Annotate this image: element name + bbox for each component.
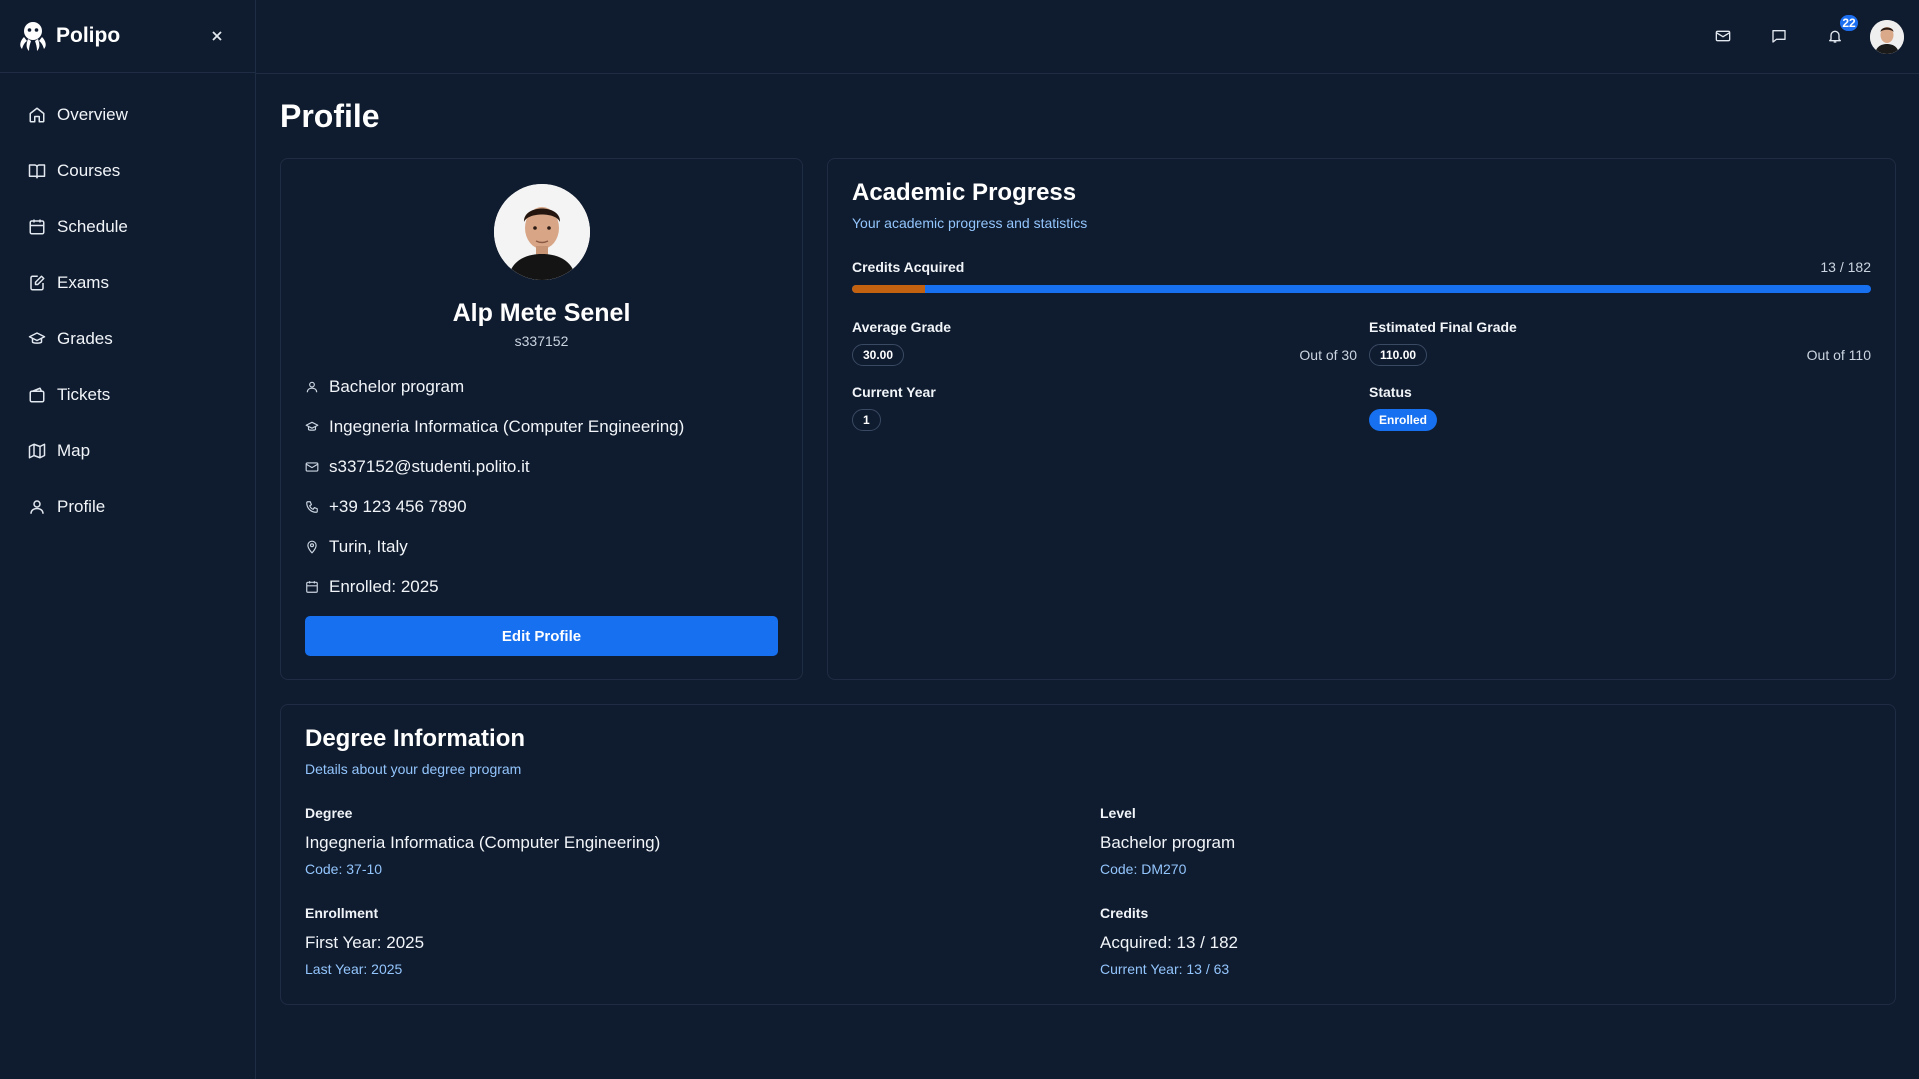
edit-document-icon xyxy=(28,273,48,293)
sidebar-item-label: Map xyxy=(57,441,91,460)
status-label: Status xyxy=(1369,384,1412,400)
sidebar-item-label: Schedule xyxy=(57,217,128,236)
degree-information-title: Degree Information xyxy=(305,725,526,752)
profile-card: Alp Mete Senel s337152 Bachelor program … xyxy=(280,158,803,680)
degree-information-card: Degree Information Details about your de… xyxy=(280,704,1896,1005)
degree-value: Ingegneria Informatica (Computer Enginee… xyxy=(305,833,661,852)
credits-current-year: Current Year: 13 / 63 xyxy=(1100,961,1230,977)
sidebar-item-tickets[interactable]: Tickets xyxy=(0,367,255,423)
academic-progress-card: Academic Progress Your academic progress… xyxy=(827,158,1896,680)
octopus-logo-icon xyxy=(16,19,50,53)
profile-phone: +39 123 456 7890 xyxy=(329,497,467,516)
profile-student-id: s337152 xyxy=(514,333,569,349)
sidebar-item-grades[interactable]: Grades xyxy=(0,311,255,367)
enrollment-first-year: First Year: 2025 xyxy=(305,933,425,952)
enrollment-last-year: Last Year: 2025 xyxy=(305,961,403,977)
degree-information-subtitle: Details about your degree program xyxy=(305,761,522,777)
sidebar-item-overview[interactable]: Overview xyxy=(0,87,255,143)
degree-label: Degree xyxy=(305,805,353,821)
degree-code: Code: 37-10 xyxy=(305,861,383,877)
credits-label: Credits xyxy=(1100,905,1149,921)
profile-enrolled-row: Enrolled: 2025 xyxy=(305,577,439,597)
sidebar-item-label: Grades xyxy=(57,329,113,348)
sidebar-item-label: Tickets xyxy=(57,385,111,404)
profile-location: Turin, Italy xyxy=(329,537,408,556)
profile-program: Bachelor program xyxy=(329,377,465,396)
profile-email: s337152@studenti.polito.it xyxy=(329,457,530,476)
notification-badge: 22 xyxy=(1838,13,1860,33)
page-title: Profile xyxy=(280,98,380,134)
profile-course: Ingegneria Informatica (Computer Enginee… xyxy=(329,417,685,436)
sidebar-item-label: Exams xyxy=(57,273,109,292)
average-grade-label: Average Grade xyxy=(852,319,952,335)
profile-name: Alp Mete Senel xyxy=(452,299,631,327)
book-icon xyxy=(28,161,48,181)
academic-progress-title: Academic Progress xyxy=(852,179,1077,206)
graduation-cap-icon xyxy=(305,419,321,435)
credits-acquired-label: Credits Acquired xyxy=(852,259,965,275)
estimated-final-grade-badge: 110.00 xyxy=(1369,344,1428,366)
user-avatar[interactable] xyxy=(1870,20,1904,54)
brand: Polipo xyxy=(0,0,255,73)
phone-icon xyxy=(305,499,321,515)
credits-acquired-value: 13 / 182 xyxy=(1820,259,1871,275)
mail-icon[interactable] xyxy=(1711,24,1735,48)
topbar xyxy=(256,0,1919,74)
academic-progress-subtitle: Your academic progress and statistics xyxy=(852,215,1088,231)
sidebar-item-label: Courses xyxy=(57,161,121,180)
sidebar-item-label: Overview xyxy=(57,105,128,124)
sidebar-item-schedule[interactable]: Schedule xyxy=(0,199,255,255)
ticket-icon xyxy=(28,385,48,405)
profile-program-row: Bachelor program xyxy=(305,377,464,397)
edit-profile-button[interactable]: Edit Profile xyxy=(305,616,778,656)
current-year-badge: 1 xyxy=(852,409,881,431)
user-icon xyxy=(28,497,48,517)
profile-course-row: Ingegneria Informatica (Computer Enginee… xyxy=(305,417,684,437)
sidebar-item-courses[interactable]: Courses xyxy=(0,143,255,199)
profile-enrolled: Enrolled: 2025 xyxy=(329,577,439,596)
enrollment-label: Enrollment xyxy=(305,905,379,921)
user-icon xyxy=(305,379,321,395)
level-value: Bachelor program xyxy=(1100,833,1236,852)
credits-acquired: Acquired: 13 / 182 xyxy=(1100,933,1238,952)
location-pin-icon xyxy=(305,539,321,555)
profile-phone-row: +39 123 456 7890 xyxy=(305,497,467,517)
profile-email-row: s337152@studenti.polito.it xyxy=(305,457,530,477)
level-label: Level xyxy=(1100,805,1136,821)
map-icon xyxy=(28,441,48,461)
close-sidebar-icon[interactable] xyxy=(205,24,229,48)
current-year-label: Current Year xyxy=(852,384,936,400)
average-grade-out-of: Out of 30 xyxy=(1299,347,1357,363)
credits-progress-bar xyxy=(852,285,1871,293)
sidebar-item-map[interactable]: Map xyxy=(0,423,255,479)
sidebar-nav: Overview Courses Schedule Exams Grades T… xyxy=(0,73,255,535)
sidebar-item-label: Profile xyxy=(57,497,106,516)
mail-icon xyxy=(305,459,321,475)
estimated-final-grade-label: Estimated Final Grade xyxy=(1369,319,1517,335)
calendar-icon xyxy=(305,579,321,595)
profile-location-row: Turin, Italy xyxy=(305,537,408,557)
home-icon xyxy=(28,105,48,125)
average-grade-badge: 30.00 xyxy=(852,344,905,366)
brand-name: Polipo xyxy=(56,24,121,47)
estimated-final-grade-out-of: Out of 110 xyxy=(1806,347,1871,363)
chat-icon[interactable] xyxy=(1767,24,1791,48)
calendar-icon xyxy=(28,217,48,237)
profile-photo xyxy=(494,184,590,280)
sidebar: Polipo Overview Courses Schedule Exams G… xyxy=(0,0,256,1079)
credits-progress-fill xyxy=(852,285,925,293)
status-badge: Enrolled xyxy=(1369,409,1438,431)
sidebar-item-exams[interactable]: Exams xyxy=(0,255,255,311)
level-code: Code: DM270 xyxy=(1100,861,1187,877)
app-root: Polipo Overview Courses Schedule Exams G… xyxy=(0,0,1919,1079)
sidebar-item-profile[interactable]: Profile xyxy=(0,479,255,535)
graduation-cap-icon xyxy=(28,329,48,349)
